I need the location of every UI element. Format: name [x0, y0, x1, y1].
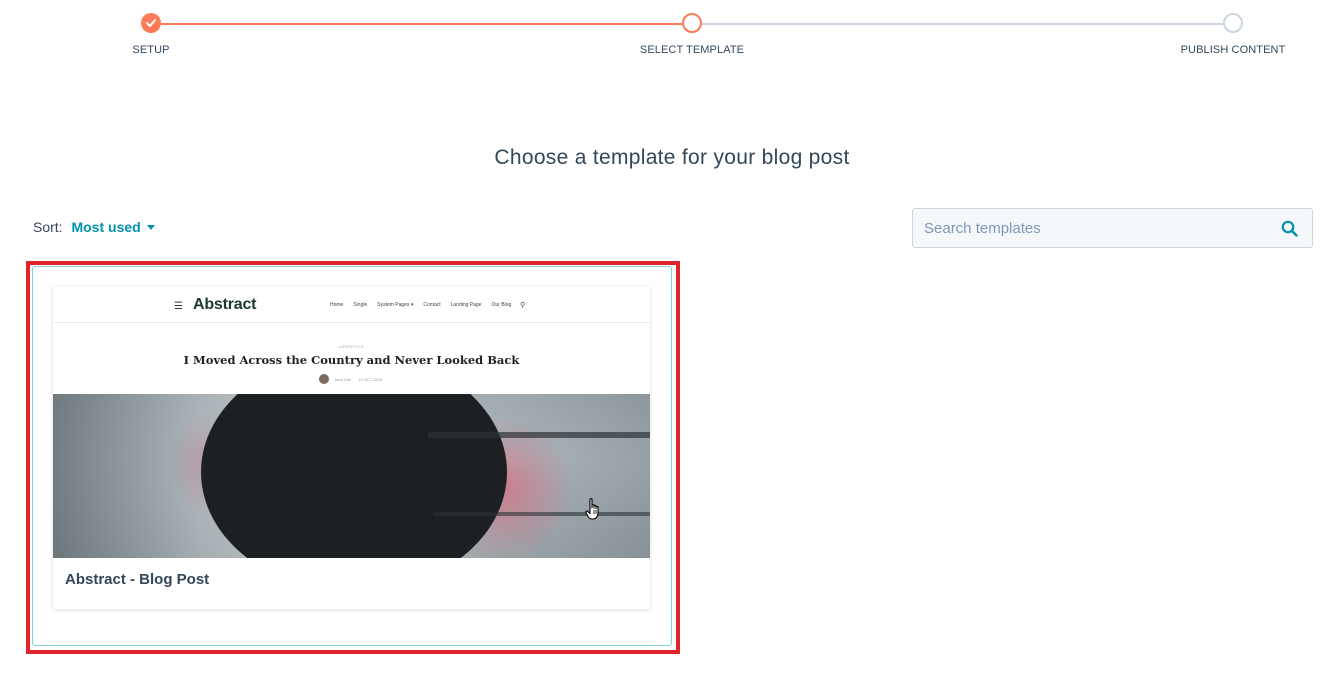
- step-label: PUBLISH CONTENT: [1180, 44, 1286, 56]
- step-active-indicator: [682, 13, 702, 33]
- preview-post-meta: Jane Doe 10 OCT 2019: [319, 374, 388, 386]
- checkmark-icon: [141, 13, 161, 33]
- preview-hero-image: [53, 394, 650, 558]
- menu-icon: ☰: [174, 301, 183, 312]
- preview-logo: Abstract: [193, 296, 257, 313]
- hand-pointer-cursor-icon: [585, 497, 603, 526]
- avatar: [319, 374, 329, 384]
- page-title: Choose a template for your blog post: [494, 146, 850, 169]
- search-box: [912, 208, 1313, 248]
- preview-post-title: I Moved Across the Country and Never Loo…: [183, 353, 520, 367]
- caret-down-icon: [146, 225, 155, 230]
- stepper-line-pending: [692, 23, 1233, 25]
- preview-nav-links: Home Single System Pages ▾ Contact Landing P…: [330, 302, 512, 308]
- search-icon[interactable]: [1281, 220, 1298, 242]
- template-name: Abstract - Blog Post: [65, 571, 210, 588]
- preview-navbar: ☰ Abstract Home Single System Pages ▾ Conta…: [53, 287, 650, 323]
- sort-label: Sort:: [33, 219, 63, 235]
- preview-category: LIFESTYLE: [338, 344, 365, 349]
- template-card[interactable]: ☰ Abstract Home Single System Pages ▾ Conta…: [53, 287, 650, 609]
- sort-dropdown[interactable]: Most used: [71, 219, 155, 235]
- stepper-line-completed: [151, 23, 692, 25]
- step-label: SETUP: [132, 44, 170, 56]
- step-pending-indicator: [1223, 13, 1243, 33]
- sort-control: Sort: Most used: [33, 219, 155, 235]
- search-input[interactable]: [913, 209, 1273, 247]
- progress-stepper: SETUP SELECT TEMPLATE PUBLISH CONTENT: [0, 0, 1344, 70]
- step-label: SELECT TEMPLATE: [639, 44, 745, 56]
- preview-search-icon: ⚲: [520, 302, 526, 309]
